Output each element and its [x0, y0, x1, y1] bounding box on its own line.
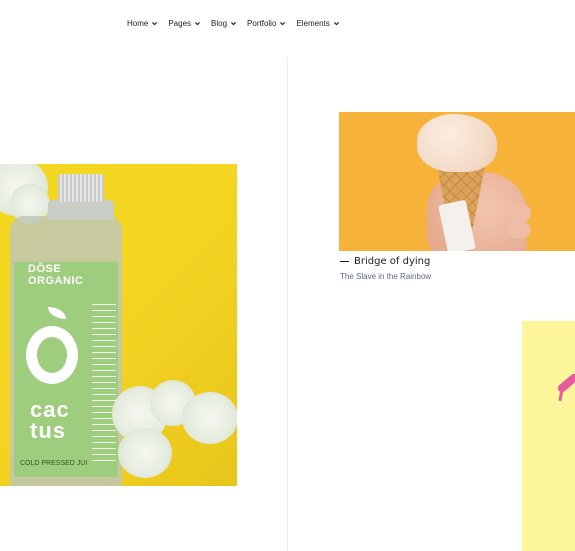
nav-item-blog[interactable]: Blog [211, 19, 237, 28]
bottle-name-line: tus [30, 418, 66, 443]
nav-item-label: Portfolio [247, 19, 277, 28]
bottle-neck [48, 200, 114, 220]
nav-item-label: Blog [211, 19, 228, 28]
bottle-name-line: cac [30, 397, 70, 422]
nav-item-label: Elements [296, 19, 330, 28]
nav-item-label: Home [127, 19, 149, 28]
flower-decoration [118, 428, 172, 478]
pink-accent-shape [556, 372, 575, 394]
chevron-down-icon [280, 22, 286, 26]
nav-item-portfolio[interactable]: Portfolio [247, 19, 286, 28]
chevron-down-icon [195, 22, 201, 26]
nav-item-pages[interactable]: Pages [168, 19, 201, 28]
post-title: Bridge of dying [354, 256, 431, 267]
cold-pressed-text: COLD PRESSED JUI [20, 460, 88, 467]
post-subtitle-link[interactable]: The Slave in the Rainbow [340, 272, 431, 281]
bottle-cap [58, 174, 104, 202]
nav-item-label: Pages [168, 19, 192, 28]
chevron-down-icon [333, 22, 339, 26]
post-title-link[interactable]: Bridge of dying [340, 256, 430, 267]
nav-item-elements[interactable]: Elements [296, 19, 339, 28]
flower-decoration [182, 392, 237, 444]
ingredients-text [92, 304, 116, 464]
finger-shape [507, 222, 531, 238]
finger-shape [509, 204, 531, 222]
product-image-cactus-bottle[interactable]: DŌSE ORGANIC cac tus COLD PRESSED JUI [0, 164, 237, 486]
post-image-partial[interactable] [522, 321, 575, 551]
brand-o-logo [26, 326, 78, 384]
post-image-ice-cream[interactable] [339, 112, 575, 251]
nav-item-home[interactable]: Home [127, 19, 158, 28]
column-divider [287, 58, 288, 551]
bottle-brand-text: DŌSE ORGANIC [28, 263, 84, 287]
chevron-down-icon [231, 22, 237, 26]
title-dash [340, 261, 349, 262]
bottle-product-name: cac tus [30, 397, 90, 443]
chevron-down-icon [152, 22, 158, 26]
scoop-shape [417, 114, 497, 172]
main-nav: Home Pages Blog Portfolio Elements [127, 19, 340, 28]
